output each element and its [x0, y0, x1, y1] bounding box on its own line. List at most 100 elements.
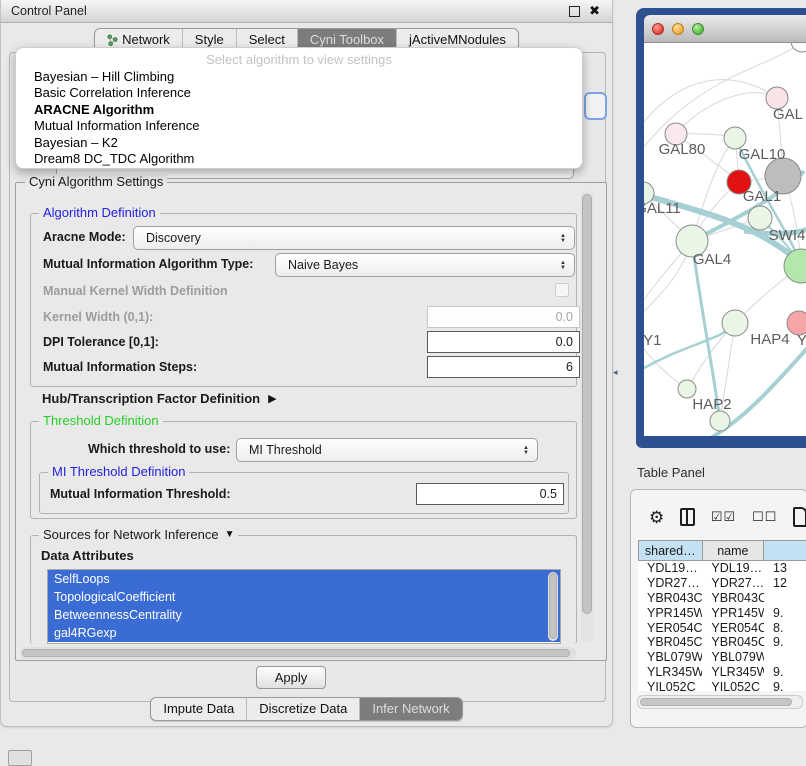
sources-group: Sources for Network Inference ▼ Data Att…	[30, 535, 577, 644]
attribute-item[interactable]: gal4RGexp	[48, 624, 560, 642]
node-table: shared…name YDL19…YDL19…13YDR27…YDR27…12…	[638, 540, 806, 691]
node-label: HAP2	[692, 396, 731, 413]
table-cell	[764, 650, 806, 665]
table-cell: 12	[764, 576, 806, 591]
close-window-icon[interactable]	[652, 23, 664, 35]
table-cell: YIL052C	[638, 680, 702, 691]
settings-group-title: Cyni Algorithm Settings	[25, 174, 167, 189]
control-panel: Control Panel ✖ NetworkStyleSelectCyni T…	[0, 0, 613, 727]
algorithm-definition-title: Algorithm Definition	[39, 205, 160, 220]
table-cell: YPR145W	[702, 606, 764, 621]
settings-vertical-scrollbar[interactable]	[581, 191, 593, 643]
algorithm-option[interactable]: Bayesian – Hill Climbing	[16, 69, 582, 85]
column-header-name[interactable]: name	[703, 540, 765, 561]
checked-boxes-icon[interactable]: ☑☑	[711, 509, 736, 525]
algorithm-option[interactable]: ARACNE Algorithm	[16, 102, 582, 118]
network-node[interactable]	[791, 43, 806, 52]
kernel-width-field[interactable]: 0.0	[427, 306, 580, 328]
table-row[interactable]: YIL052CYIL052C9.	[638, 680, 806, 691]
network-canvas[interactable]: GALGAL80GAL10GAL1GAL11SWI4GAL4GCY1HAP4YH…	[644, 43, 806, 436]
manual-kernel-label: Manual Kernel Width Definition	[43, 284, 228, 298]
bottom-tab-discretize-data[interactable]: Discretize Data	[247, 698, 360, 720]
table-cell: 9.	[764, 680, 806, 691]
table-cell: YDL19…	[702, 561, 764, 576]
columns-icon[interactable]	[680, 508, 694, 526]
table-row[interactable]: YLR345WYLR345W9.	[638, 665, 806, 680]
network-node-hap4[interactable]	[722, 310, 748, 336]
attribute-item[interactable]: SelfLoops	[48, 570, 560, 588]
minimize-window-icon[interactable]	[672, 23, 684, 35]
node-label: GAL	[773, 106, 803, 123]
manual-kernel-checkbox[interactable]	[555, 283, 569, 297]
table-toolbar: ⚙ ☑☑ ☐☐	[631, 504, 806, 530]
data-attributes-list[interactable]: SelfLoopsTopologicalCoefficientBetweenne…	[47, 569, 561, 644]
table-cell: YDR27…	[702, 576, 764, 591]
attribute-item[interactable]: BetweennessCentrality	[48, 606, 560, 624]
algorithm-option[interactable]: Bayesian – K2	[16, 135, 582, 151]
mi-type-value: Naive Bayes	[276, 258, 556, 272]
mi-threshold-group-title: MI Threshold Definition	[48, 464, 189, 479]
table-horizontal-scrollbar[interactable]	[637, 695, 803, 709]
algorithm-combo-focus-ring[interactable]	[584, 92, 607, 120]
tab-label: jActiveMNodules	[409, 32, 506, 47]
collapsed-arrow-icon: ▶	[268, 392, 276, 405]
bottom-tab-impute-data[interactable]: Impute Data	[151, 698, 247, 720]
which-threshold-combo[interactable]: MI Threshold ▲▼	[236, 438, 538, 462]
attribute-item[interactable]: TopologicalCoefficient	[48, 588, 560, 606]
table-row[interactable]: YBL079WYBL079W	[638, 650, 806, 665]
mi-threshold-field[interactable]: 0.5	[416, 483, 564, 505]
minimized-panel-chip[interactable]	[8, 750, 32, 766]
table-cell: YBL079W	[638, 650, 702, 665]
mi-type-combo[interactable]: Naive Bayes ▲▼	[275, 253, 575, 277]
table-cell	[764, 591, 806, 606]
mi-type-label: Mutual Information Algorithm Type:	[43, 257, 253, 271]
bottom-tab-infer-network[interactable]: Infer Network	[360, 698, 461, 720]
tab-label: Network	[122, 32, 170, 47]
page-icon[interactable]	[793, 507, 806, 527]
algorithm-definition-group: Algorithm Definition Aracne Mode: Discov…	[30, 213, 577, 387]
settings-horizontal-scrollbar[interactable]	[20, 647, 576, 659]
which-threshold-label: Which threshold to use:	[88, 442, 230, 456]
table-cell: YER054C	[638, 621, 702, 636]
dpi-tolerance-field[interactable]: 0.0	[427, 331, 580, 353]
table-row[interactable]: YER054CYER054C8.	[638, 621, 806, 636]
network-view-window: GALGAL80GAL10GAL1GAL11SWI4GAL4GCY1HAP4YH…	[636, 8, 806, 448]
mi-threshold-label: Mutual Information Threshold:	[50, 487, 231, 501]
table-rows: YDL19…YDL19…13YDR27…YDR27…12YBR043CYBR04…	[638, 561, 806, 691]
algorithm-dropdown-list: Select algorithm to view settings Bayesi…	[15, 47, 583, 169]
app-root: { "control_panel": { "title": "Control P…	[0, 0, 806, 762]
aracne-mode-combo[interactable]: Discovery ▲▼	[133, 226, 575, 250]
unchecked-boxes-icon[interactable]: ☐☐	[752, 509, 777, 525]
which-threshold-value: MI Threshold	[237, 443, 519, 457]
network-node[interactable]	[710, 411, 730, 431]
gear-icon[interactable]: ⚙	[649, 509, 664, 526]
table-row[interactable]: YPR145WYPR145W9.	[638, 606, 806, 621]
algorithm-option[interactable]: Dream8 DC_TDC Algorithm	[16, 151, 582, 167]
algorithm-option[interactable]: Basic Correlation Inference	[16, 85, 582, 101]
mi-steps-label: Mutual Information Steps:	[43, 360, 197, 374]
table-cell: 8.	[764, 621, 806, 636]
algorithm-option[interactable]: Mutual Information Inference	[16, 118, 582, 134]
table-panel-title: Table Panel	[637, 465, 705, 480]
table-cell: 9.	[764, 635, 806, 650]
hub-definition-toggle[interactable]: Hub/Transcription Factor Definition ▶	[42, 391, 277, 406]
panel-splitter-arrow-icon[interactable]: ◂	[613, 367, 618, 378]
network-window-titlebar[interactable]	[644, 15, 806, 43]
column-header[interactable]	[764, 540, 806, 561]
attributes-scrollbar[interactable]	[548, 572, 558, 641]
sources-group-title[interactable]: Sources for Network Inference ▼	[39, 527, 238, 542]
tab-label: Style	[195, 32, 224, 47]
mi-steps-field[interactable]: 6	[427, 356, 580, 378]
bottom-tab-row: Impute DataDiscretize DataInfer Network	[1, 697, 612, 721]
table-row[interactable]: YBR045CYBR045C9.	[638, 635, 806, 650]
float-panel-icon[interactable]	[569, 6, 580, 17]
data-attributes-label: Data Attributes	[41, 548, 134, 563]
table-row[interactable]: YDR27…YDR27…12	[638, 576, 806, 591]
zoom-window-icon[interactable]	[692, 23, 704, 35]
close-panel-icon[interactable]: ✖	[589, 6, 600, 16]
node-label: GAL1	[743, 188, 781, 205]
column-header-shared[interactable]: shared…	[638, 540, 703, 561]
apply-button[interactable]: Apply	[256, 666, 326, 689]
table-row[interactable]: YBR043CYBR043C	[638, 591, 806, 606]
table-row[interactable]: YDL19…YDL19…13	[638, 561, 806, 576]
